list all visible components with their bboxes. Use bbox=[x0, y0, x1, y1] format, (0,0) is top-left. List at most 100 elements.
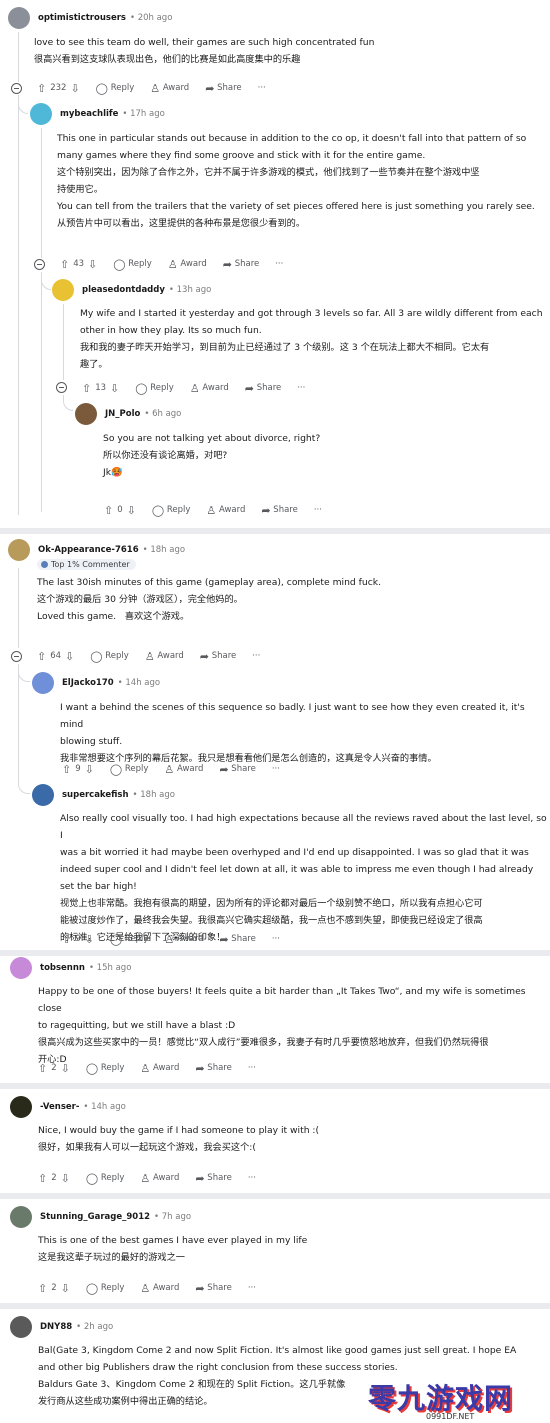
avatar[interactable] bbox=[52, 279, 74, 301]
award-button[interactable]: ♙ Award bbox=[206, 505, 245, 516]
more-options-button[interactable]: ··· bbox=[248, 1063, 256, 1073]
upvote-icon[interactable]: ⇧ bbox=[82, 383, 91, 394]
share-button[interactable]: ➦ Share bbox=[219, 934, 255, 945]
vote-count: 2 bbox=[51, 1173, 57, 1183]
upvote-icon[interactable]: ⇧ bbox=[38, 1283, 47, 1294]
avatar[interactable] bbox=[10, 1316, 32, 1338]
avatar[interactable] bbox=[8, 7, 30, 29]
award-button[interactable]: ♙ Award bbox=[150, 83, 189, 94]
avatar[interactable] bbox=[8, 539, 30, 561]
more-options-button[interactable]: ··· bbox=[272, 764, 280, 774]
username[interactable]: Stunning_Garage_9012 bbox=[40, 1212, 150, 1222]
award-button[interactable]: ♙ Award bbox=[164, 764, 203, 775]
avatar[interactable] bbox=[32, 784, 54, 806]
username[interactable]: ElJacko170 bbox=[62, 678, 114, 688]
downvote-icon[interactable]: ⇩ bbox=[110, 383, 119, 394]
downvote-icon[interactable]: ⇩ bbox=[70, 83, 79, 94]
downvote-icon[interactable]: ⇩ bbox=[85, 764, 94, 775]
reply-button[interactable]: ◯ Reply bbox=[90, 651, 129, 662]
award-button[interactable]: ♙ Award bbox=[140, 1063, 179, 1074]
share-icon: ➦ bbox=[195, 1281, 205, 1295]
timestamp: • 6h ago bbox=[144, 409, 182, 419]
username[interactable]: Ok-Appearance-7616 bbox=[38, 545, 139, 555]
username[interactable]: JN_Polo bbox=[105, 409, 140, 419]
more-options-button[interactable]: ··· bbox=[314, 505, 322, 515]
downvote-icon[interactable]: ⇩ bbox=[61, 1173, 70, 1184]
share-button[interactable]: ➦ Share bbox=[195, 1173, 231, 1184]
reply-button[interactable]: ◯ Reply bbox=[96, 83, 135, 94]
award-button[interactable]: ♙ Award bbox=[140, 1173, 179, 1184]
username[interactable]: mybeachlife bbox=[60, 109, 118, 119]
timestamp: • 18h ago bbox=[132, 790, 175, 800]
vote-count: 2 bbox=[51, 1063, 57, 1073]
username[interactable]: tobsennn bbox=[40, 963, 85, 973]
more-options-button[interactable]: ··· bbox=[252, 651, 260, 661]
avatar[interactable] bbox=[10, 1206, 32, 1228]
more-options-button[interactable]: ··· bbox=[258, 83, 266, 93]
award-icon: ♙ bbox=[140, 1171, 151, 1185]
avatar[interactable] bbox=[32, 672, 54, 694]
reply-button[interactable]: ◯ Reply bbox=[86, 1173, 125, 1184]
avatar[interactable] bbox=[10, 1096, 32, 1118]
share-button[interactable]: ➦ Share bbox=[200, 651, 236, 662]
vote-count: 43 bbox=[73, 259, 85, 269]
upvote-icon[interactable]: ⇧ bbox=[37, 651, 46, 662]
vote-count: 232 bbox=[50, 83, 67, 93]
downvote-icon[interactable]: ⇩ bbox=[61, 1283, 70, 1294]
award-button[interactable]: ♙ Award bbox=[145, 651, 184, 662]
upvote-icon[interactable]: ⇧ bbox=[38, 1173, 47, 1184]
share-button[interactable]: ➦ Share bbox=[195, 1283, 231, 1294]
comment-body: This one in particular stands out becaus… bbox=[57, 133, 535, 229]
more-options-button[interactable]: ··· bbox=[248, 1283, 256, 1293]
upvote-icon[interactable]: ⇧ bbox=[62, 764, 71, 775]
more-options-button[interactable]: ··· bbox=[275, 259, 283, 269]
downvote-icon[interactable]: ⇩ bbox=[61, 1063, 70, 1074]
divider bbox=[0, 1303, 550, 1309]
share-button[interactable]: ➦ Share bbox=[219, 764, 255, 775]
username[interactable]: supercakefish bbox=[62, 790, 129, 800]
reply-button[interactable]: ◯ Reply bbox=[110, 934, 149, 945]
avatar[interactable] bbox=[30, 103, 52, 125]
share-button[interactable]: ➦ Share bbox=[195, 1063, 231, 1074]
username[interactable]: pleasedontdaddy bbox=[82, 285, 165, 295]
award-button[interactable]: ♙ Award bbox=[164, 934, 203, 945]
upvote-icon[interactable]: ⇧ bbox=[104, 505, 113, 516]
more-options-button[interactable]: ··· bbox=[272, 934, 280, 944]
share-button[interactable]: ➦ Share bbox=[223, 259, 259, 270]
username[interactable]: optimistictrousers bbox=[38, 13, 126, 23]
comment-body: I want a behind the scenes of this seque… bbox=[60, 702, 528, 764]
more-options-button[interactable]: ··· bbox=[297, 383, 305, 393]
avatar[interactable] bbox=[10, 957, 32, 979]
comment-body: The last 30ish minutes of this game (gam… bbox=[37, 577, 382, 622]
reply-button[interactable]: ◯ Reply bbox=[113, 259, 152, 270]
reply-button[interactable]: ◯ Reply bbox=[110, 764, 149, 775]
downvote-icon[interactable]: ⇩ bbox=[127, 505, 136, 516]
username[interactable]: DNY88 bbox=[40, 1322, 72, 1332]
downvote-icon[interactable]: ⇩ bbox=[65, 651, 74, 662]
collapse-thread-button[interactable] bbox=[34, 259, 45, 270]
collapse-thread-button[interactable] bbox=[11, 651, 22, 662]
reply-button[interactable]: ◯ Reply bbox=[86, 1063, 125, 1074]
upvote-icon[interactable]: ⇧ bbox=[62, 934, 71, 945]
collapse-thread-button[interactable] bbox=[11, 83, 22, 94]
award-button[interactable]: ♙ Award bbox=[190, 383, 229, 394]
timestamp: • 18h ago bbox=[142, 545, 186, 555]
share-button[interactable]: ➦ Share bbox=[261, 505, 297, 516]
share-button[interactable]: ➦ Share bbox=[245, 383, 281, 394]
award-button[interactable]: ♙ Award bbox=[140, 1283, 179, 1294]
downvote-icon[interactable]: ⇩ bbox=[85, 934, 94, 945]
share-button[interactable]: ➦ Share bbox=[205, 83, 241, 94]
collapse-thread-button[interactable] bbox=[56, 382, 67, 393]
upvote-icon[interactable]: ⇧ bbox=[38, 1063, 47, 1074]
reply-button[interactable]: ◯ Reply bbox=[152, 505, 191, 516]
award-icon: ♙ bbox=[140, 1061, 151, 1075]
reply-button[interactable]: ◯ Reply bbox=[86, 1283, 125, 1294]
upvote-icon[interactable]: ⇧ bbox=[60, 259, 69, 270]
avatar[interactable] bbox=[75, 403, 97, 425]
username[interactable]: -Venser- bbox=[40, 1102, 79, 1112]
more-options-button[interactable]: ··· bbox=[248, 1173, 256, 1183]
reply-button[interactable]: ◯ Reply bbox=[135, 383, 174, 394]
upvote-icon[interactable]: ⇧ bbox=[37, 83, 46, 94]
downvote-icon[interactable]: ⇩ bbox=[88, 259, 97, 270]
award-button[interactable]: ♙ Award bbox=[168, 259, 207, 270]
